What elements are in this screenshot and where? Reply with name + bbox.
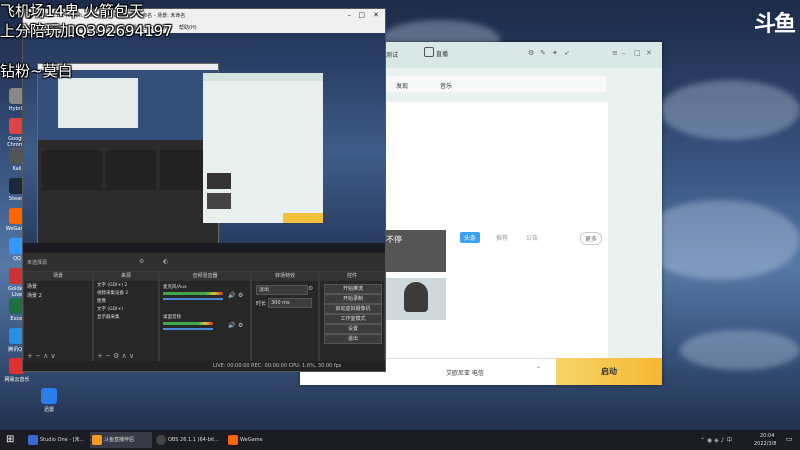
windows-start-icon[interactable]: ⊞ — [6, 434, 14, 445]
taskbar-item-douyu[interactable]: 斗鱼直播伴侣 — [90, 432, 152, 448]
obs-source-toolbar: 未选择源 ⚙ ◐ — [23, 253, 385, 271]
source-item[interactable]: 图像 — [94, 297, 158, 305]
streamer-caption: 不停 — [386, 235, 402, 244]
tv-icon — [424, 47, 434, 57]
sources-dock-title: 来源 — [94, 272, 158, 281]
exit-button[interactable]: 退出 — [324, 334, 382, 344]
streamer-thumbnail[interactable]: 不停 — [386, 230, 446, 272]
source-item[interactable]: 视频采集设备 2 — [94, 289, 158, 297]
scenes-dock-title: 场景 — [24, 272, 92, 281]
transitions-dock: 转场特效 淡出 ⚙ 时长 300 ms — [251, 271, 319, 363]
douyu-logo: 斗鱼 — [753, 12, 796, 37]
obs-preview[interactable] — [23, 33, 385, 253]
taskbar-item-studio-one[interactable]: Studio One - [未... — [26, 432, 88, 448]
gear-icon[interactable]: ⚙ — [238, 292, 243, 299]
start-recording-button[interactable]: 开始录制 — [324, 294, 382, 304]
transitions-dock-title: 转场特效 — [252, 272, 318, 281]
taskbar-item-wegame[interactable]: WeGame — [226, 432, 286, 448]
mixer-dock-title: 音频混音器 — [160, 272, 250, 281]
obs-status-bar: LIVE: 00:00:00 REC: 00:00:00 CPU: 1.6%, … — [23, 361, 385, 371]
controls-dock: 控件 开始推流 开始录制 启动虚拟摄像机 工作室模式 设置 退出 — [319, 271, 385, 363]
filter-recommend[interactable]: 推荐 — [496, 233, 508, 242]
overlay-line-1: 飞机场14卑 火箭包天 — [0, 2, 144, 20]
no-source-label: 未选择源 — [27, 260, 48, 266]
taskbar: ⊞ Studio One - [未... 斗鱼直播伴侣 OBS 26.1.1 (… — [0, 430, 800, 450]
mic-channel-label: 麦克风/Aux — [163, 285, 187, 290]
virtual-camera-button[interactable]: 启动虚拟摄像机 — [324, 304, 382, 314]
overlay-line-2: 上分陪玩加Q392694197 — [0, 22, 173, 40]
source-controls[interactable]: + − ⚙ ∧ ∨ — [97, 352, 134, 360]
nested-obs-capture — [37, 63, 219, 245]
start-button[interactable]: 启动 — [556, 358, 662, 385]
room-info[interactable]: 艾欧尼亚 电信 — [446, 368, 484, 377]
game-icon[interactable]: ✦ — [552, 49, 558, 57]
speaker-icon[interactable]: 🔊 — [228, 322, 235, 329]
douyu-nav: 发现 音乐 — [380, 76, 606, 92]
maximize-icon[interactable]: □ — [358, 11, 365, 19]
settings-button[interactable]: 设置 — [324, 324, 382, 334]
rocket-icon[interactable]: ➶ — [564, 49, 570, 57]
gear-icon[interactable]: ⚙ — [308, 285, 313, 292]
menu-icon[interactable]: ≡ — [612, 49, 618, 57]
scene-item[interactable]: 场景 2 — [24, 292, 92, 299]
duration-input[interactable]: 300 ms — [268, 298, 312, 308]
scene-controls[interactable]: + − ∧ ∨ — [27, 352, 56, 360]
studio-mode-button[interactable]: 工作室模式 — [324, 314, 382, 324]
scenes-dock: 场景 场景 场景 2 + − ∧ ∨ — [23, 271, 93, 363]
nav-discover[interactable]: 发现 — [396, 81, 408, 90]
minimize-icon[interactable]: – — [348, 11, 352, 19]
filter-headline[interactable]: 头条 — [460, 232, 481, 243]
obs-window: OBS 26.1.1 (64-bit, windows) - 配置文件: 未命名… — [22, 8, 386, 372]
close-icon[interactable]: ✕ — [646, 49, 652, 57]
gear-icon[interactable]: ⚙ — [238, 322, 243, 329]
menu-help[interactable]: 帮助(H) — [179, 24, 197, 31]
desktop-audio-label: 桌面音频 — [163, 315, 181, 320]
source-item[interactable]: 文字 (GDI+) 2 — [94, 281, 158, 289]
clock-time[interactable]: 20:04 — [760, 433, 774, 439]
source-item[interactable]: 显示器采集 — [94, 313, 158, 321]
streamer-thumbnail[interactable] — [386, 278, 446, 320]
speaker-icon[interactable]: 🔊 — [228, 292, 235, 299]
gear-icon[interactable]: ⚙ — [139, 258, 144, 265]
source-item[interactable]: 文字 (GDI+) — [94, 305, 158, 313]
nav-music[interactable]: 音乐 — [440, 81, 452, 90]
maximize-icon[interactable]: □ — [634, 49, 641, 57]
filter-icon[interactable]: ◐ — [163, 258, 168, 265]
clock-date[interactable]: 2022/3/8 — [754, 441, 776, 447]
tab-live[interactable]: 直播 — [436, 49, 448, 58]
minimize-icon[interactable]: – — [622, 49, 626, 57]
desktop-volume-slider[interactable] — [163, 328, 213, 330]
overlay-line-3: 钻粉~莫白 — [0, 62, 73, 80]
notification-icon[interactable]: ▭ — [786, 435, 793, 443]
nested-taskbar — [23, 243, 385, 253]
chevron-up-icon[interactable]: ⌃ — [536, 366, 541, 373]
audio-mixer-dock: 音频混音器 麦克风/Aux 🔊 ⚙ 桌面音频 🔊 ⚙ — [159, 271, 251, 363]
sources-dock: 来源 文字 (GDI+) 2 视频采集设备 2 图像 文字 (GDI+) 显示器… — [93, 271, 159, 363]
mic-volume-slider[interactable] — [163, 298, 223, 300]
duration-label: 时长 — [256, 301, 267, 307]
tab-test[interactable]: 测试 — [386, 50, 398, 59]
start-streaming-button[interactable]: 开始推流 — [324, 284, 382, 294]
edit-icon[interactable]: ✎ — [540, 49, 546, 57]
desktop-icon[interactable]: 迅雷 — [36, 388, 62, 413]
settings-icon[interactable]: ⚙ — [528, 49, 534, 57]
obs-status-text: LIVE: 00:00:00 REC: 00:00:00 CPU: 1.6%, … — [213, 363, 342, 369]
tray-icons[interactable]: ⌃ ◉ ◈ ♪ 中 — [700, 435, 732, 444]
nested-douyu-capture — [203, 73, 323, 223]
scene-item[interactable]: 场景 — [24, 281, 92, 292]
taskbar-item-obs[interactable]: OBS 26.1.1 (64-bit... — [154, 432, 222, 448]
more-button[interactable]: 更多 — [580, 232, 603, 245]
filter-notice[interactable]: 公告 — [526, 233, 538, 242]
transition-select[interactable]: 淡出 — [256, 285, 308, 295]
controls-dock-title: 控件 — [320, 272, 384, 281]
close-icon[interactable]: ✕ — [373, 11, 379, 19]
